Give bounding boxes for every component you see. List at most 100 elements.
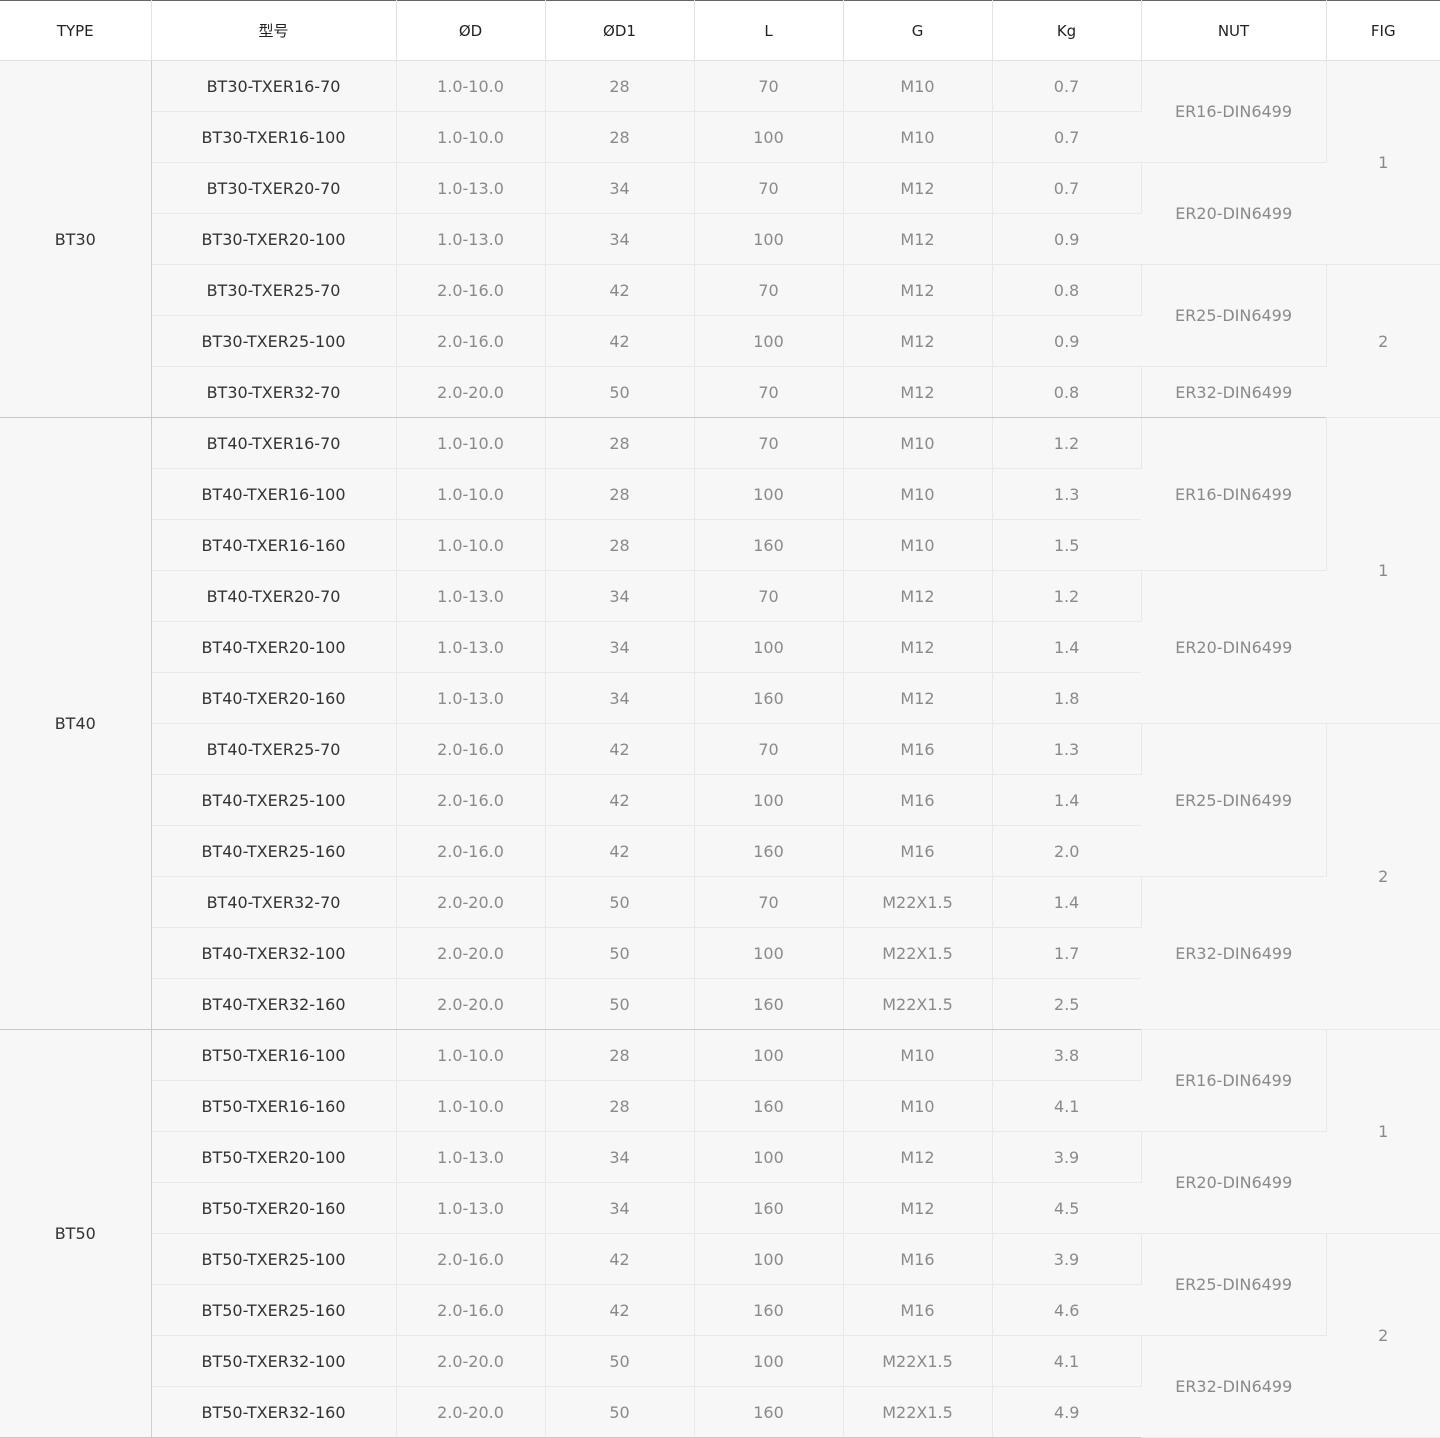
thread-cell: M12 bbox=[843, 315, 993, 367]
fig-cell: 1 bbox=[1326, 417, 1440, 724]
diameter-cell: 2.0-20.0 bbox=[396, 927, 546, 979]
model-cell: BT50-TXER25-100 bbox=[151, 1233, 397, 1285]
weight-cell: 0.8 bbox=[992, 366, 1142, 418]
thread-cell: M10 bbox=[843, 417, 993, 469]
model-cell: BT40-TXER20-160 bbox=[151, 672, 397, 724]
header-nut: NUT bbox=[1141, 0, 1327, 61]
spec-table: TYPE 型号 ØD ØD1 L G Kg NUT FIG BT30 BT30-T… bbox=[0, 0, 1440, 1438]
length-cell: 70 bbox=[694, 723, 844, 775]
length-cell: 100 bbox=[694, 621, 844, 673]
diameter-cell: 2.0-16.0 bbox=[396, 315, 546, 367]
nut-cell: ER32-DIN6499 bbox=[1141, 366, 1326, 418]
table-row: BT30-TXER25-70 2.0-16.0 42 70 M12 0.8 ER25-DIN… bbox=[0, 264, 1440, 418]
nut-cell: ER16-DIN6499 bbox=[1141, 417, 1327, 571]
thread-cell: M12 bbox=[843, 672, 993, 724]
thread-cell: M22X1.5 bbox=[843, 1335, 993, 1387]
length-cell: 70 bbox=[694, 264, 844, 316]
diameter-d1-cell: 34 bbox=[545, 162, 695, 214]
weight-cell: 1.2 bbox=[992, 417, 1142, 469]
fig-cell: 1 bbox=[1326, 1029, 1440, 1234]
thread-cell: M22X1.5 bbox=[843, 927, 993, 979]
thread-cell: M10 bbox=[843, 519, 993, 571]
diameter-cell: 2.0-16.0 bbox=[396, 264, 546, 316]
model-cell: BT40-TXER20-100 bbox=[151, 621, 397, 673]
nut-cell: ER32-DIN6499 bbox=[1141, 876, 1326, 1030]
thread-cell: M10 bbox=[843, 1029, 993, 1081]
nut-cell: ER20-DIN6499 bbox=[1141, 1131, 1326, 1234]
model-cell: BT50-TXER32-160 bbox=[151, 1386, 397, 1438]
header-length: L bbox=[694, 0, 844, 61]
length-cell: 70 bbox=[694, 162, 844, 214]
thread-cell: M16 bbox=[843, 774, 993, 826]
length-cell: 160 bbox=[694, 825, 844, 877]
diameter-cell: 2.0-16.0 bbox=[396, 723, 546, 775]
length-cell: 100 bbox=[694, 927, 844, 979]
weight-cell: 4.1 bbox=[992, 1080, 1141, 1132]
nut-cell: ER16-DIN6499 bbox=[1141, 60, 1327, 163]
header-weight: Kg bbox=[992, 0, 1142, 61]
weight-cell: 1.4 bbox=[992, 876, 1142, 928]
model-cell: BT40-TXER16-160 bbox=[151, 519, 397, 571]
length-cell: 160 bbox=[694, 1386, 844, 1438]
diameter-d1-cell: 50 bbox=[545, 1386, 695, 1438]
model-cell: BT50-TXER16-160 bbox=[151, 1080, 397, 1132]
length-cell: 100 bbox=[694, 468, 844, 520]
table-row: BT50-TXER32-100 2.0-20.0 50 100 M22X1.5 4.1 ER… bbox=[0, 1335, 1440, 1438]
weight-cell: 0.9 bbox=[992, 213, 1141, 265]
diameter-cell: 2.0-20.0 bbox=[396, 1335, 546, 1387]
model-cell: BT30-TXER25-70 bbox=[151, 264, 397, 316]
model-cell: BT40-TXER16-100 bbox=[151, 468, 397, 520]
table-row: BT30-TXER32-70 2.0-20.0 50 70 M12 0.8 ER32-DIN… bbox=[0, 366, 1440, 418]
diameter-d1-cell: 50 bbox=[545, 978, 695, 1030]
thread-cell: M22X1.5 bbox=[843, 876, 993, 928]
thread-cell: M16 bbox=[843, 1233, 993, 1285]
model-cell: BT30-TXER16-100 bbox=[151, 111, 397, 163]
thread-cell: M22X1.5 bbox=[843, 1386, 993, 1438]
length-cell: 160 bbox=[694, 1284, 844, 1336]
type-cell: BT40 bbox=[0, 417, 152, 1030]
diameter-d1-cell: 42 bbox=[545, 774, 695, 826]
diameter-d1-cell: 42 bbox=[545, 1284, 695, 1336]
nut-cell: ER32-DIN6499 bbox=[1141, 1335, 1326, 1438]
length-cell: 160 bbox=[694, 519, 844, 571]
diameter-d1-cell: 34 bbox=[545, 570, 695, 622]
diameter-cell: 2.0-20.0 bbox=[396, 876, 546, 928]
length-cell: 100 bbox=[694, 1335, 844, 1387]
thread-cell: M22X1.5 bbox=[843, 978, 993, 1030]
diameter-d1-cell: 34 bbox=[545, 672, 695, 724]
diameter-cell: 2.0-16.0 bbox=[396, 825, 546, 877]
header-type: TYPE bbox=[0, 0, 152, 61]
length-cell: 100 bbox=[694, 1029, 844, 1081]
header-model: 型号 bbox=[151, 0, 397, 61]
weight-cell: 1.5 bbox=[992, 519, 1141, 571]
diameter-d1-cell: 42 bbox=[545, 825, 695, 877]
model-cell: BT40-TXER32-70 bbox=[151, 876, 397, 928]
thread-cell: M12 bbox=[843, 213, 993, 265]
model-cell: BT50-TXER16-100 bbox=[151, 1029, 397, 1081]
header-diameter-d1: ØD1 bbox=[545, 0, 695, 61]
model-cell: BT40-TXER25-100 bbox=[151, 774, 397, 826]
diameter-d1-cell: 50 bbox=[545, 366, 695, 418]
thread-cell: M12 bbox=[843, 162, 993, 214]
weight-cell: 0.7 bbox=[992, 60, 1142, 112]
length-cell: 100 bbox=[694, 213, 844, 265]
fig-cell: 1 bbox=[1326, 60, 1440, 265]
diameter-d1-cell: 34 bbox=[545, 213, 695, 265]
thread-cell: M16 bbox=[843, 723, 993, 775]
length-cell: 160 bbox=[694, 978, 844, 1030]
diameter-d1-cell: 28 bbox=[545, 468, 695, 520]
header-row: TYPE 型号 ØD ØD1 L G Kg NUT FIG bbox=[0, 0, 1440, 61]
nut-cell: ER16-DIN6499 bbox=[1141, 1029, 1327, 1132]
header-thread: G bbox=[843, 0, 993, 61]
diameter-d1-cell: 28 bbox=[545, 1029, 695, 1081]
table-row: BT40-TXER20-70 1.0-13.0 34 70 M12 1.2 ER20-DIN… bbox=[0, 570, 1440, 724]
weight-cell: 4.1 bbox=[992, 1335, 1142, 1387]
thread-cell: M10 bbox=[843, 1080, 993, 1132]
weight-cell: 4.6 bbox=[992, 1284, 1141, 1336]
diameter-cell: 2.0-20.0 bbox=[396, 1386, 546, 1438]
diameter-cell: 1.0-10.0 bbox=[396, 519, 546, 571]
header-diameter: ØD bbox=[396, 0, 546, 61]
model-cell: BT30-TXER16-70 bbox=[151, 60, 397, 112]
diameter-d1-cell: 34 bbox=[545, 1131, 695, 1183]
model-cell: BT40-TXER25-70 bbox=[151, 723, 397, 775]
